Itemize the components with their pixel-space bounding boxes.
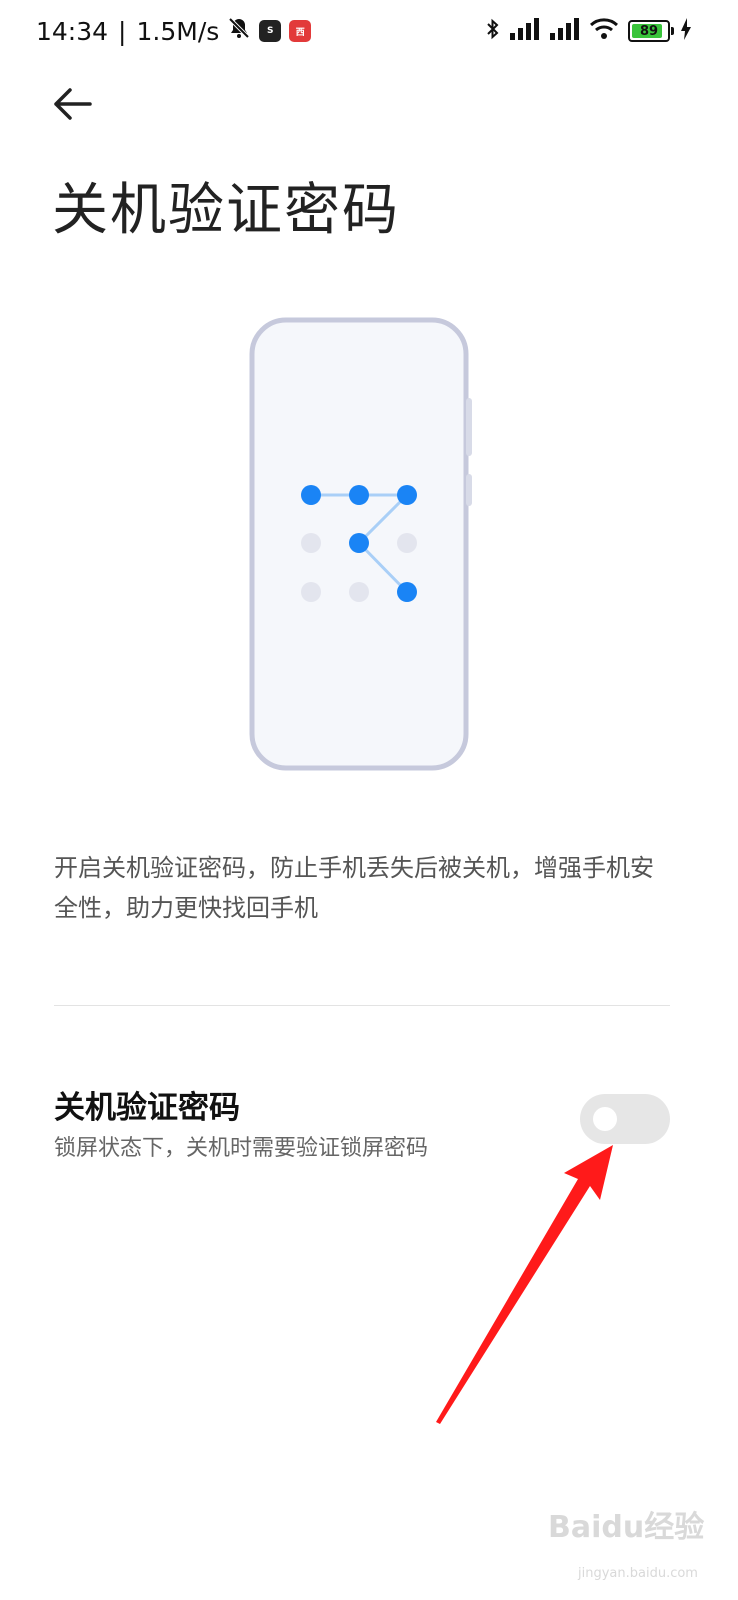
setting-title: 关机验证密码 (54, 1090, 240, 1126)
pattern-lock-illustration (240, 310, 480, 780)
red-app-icon: 西 (289, 20, 312, 42)
signal-icon (550, 18, 580, 44)
bluetooth-icon (486, 17, 500, 45)
baidu-watermark: Baidu经验 (548, 1510, 705, 1545)
status-separator: | (118, 16, 127, 46)
baidu-watermark-url: jingyan.baidu.com (578, 1566, 698, 1581)
status-time: 14:34 (36, 16, 109, 46)
battery-text: 89 (639, 23, 659, 39)
red-arrow-annotation (400, 1130, 640, 1430)
soul-app-icon: S (259, 20, 282, 42)
status-bar: 14:34 | 1.5M/s S 西 89 (0, 0, 738, 60)
arrow-left-icon (50, 88, 96, 128)
toggle-knob (593, 1107, 617, 1131)
page-title: 关机验证密码 (52, 178, 400, 243)
back-button[interactable] (50, 84, 96, 124)
charging-icon (680, 18, 692, 44)
wifi-icon (589, 18, 619, 44)
network-speed: 1.5M/s (136, 16, 220, 46)
feature-description: 开启关机验证密码，防止手机丢失后被关机，增强手机安全性，助力更快找回手机 (54, 854, 654, 922)
setting-subtitle: 锁屏状态下，关机时需要验证锁屏密码 (54, 1136, 429, 1161)
battery-icon: 89 (628, 20, 674, 42)
status-bar-left: 14:34 | 1.5M/s S 西 (36, 14, 312, 48)
signal-icon (510, 18, 540, 44)
status-bar-right: 89 (486, 14, 692, 48)
divider (54, 1005, 670, 1006)
mute-icon (227, 16, 251, 46)
